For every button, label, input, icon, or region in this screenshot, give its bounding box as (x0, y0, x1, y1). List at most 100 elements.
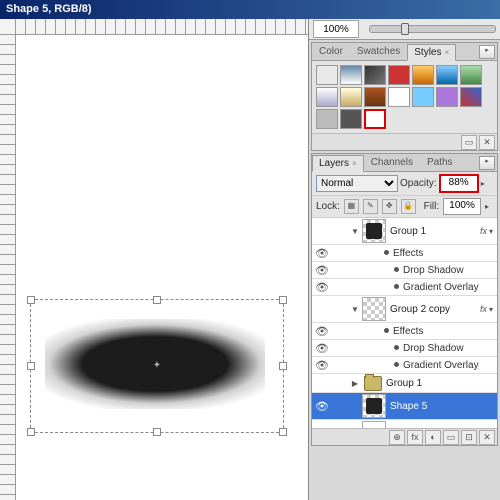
layer-footer-icon[interactable]: ◐ (425, 430, 441, 445)
transform-handle[interactable] (279, 296, 287, 304)
window-titlebar: Shape 5, RGB/8) (0, 0, 500, 19)
opacity-label: Opacity: (400, 178, 437, 189)
layer-effect-item[interactable]: 👁Drop Shadow (312, 340, 497, 357)
twirl-icon[interactable]: ▼ (348, 305, 360, 314)
style-swatch[interactable] (436, 65, 458, 85)
opacity-input[interactable]: 88% (439, 174, 479, 193)
layer-list: ▼ Group 1 fx▾ 👁Effects 👁Drop Shadow 👁Gra… (312, 218, 497, 428)
opacity-flyout-icon[interactable]: ▸ (481, 179, 489, 188)
layer-thumbnail[interactable] (362, 421, 386, 428)
lock-icon: 🔒 (478, 428, 497, 429)
style-swatch[interactable] (412, 65, 434, 85)
layer-footer-icon[interactable]: ⊕ (389, 430, 405, 445)
layer-effect-item[interactable]: 👁Drop Shadow (312, 262, 497, 279)
style-swatch[interactable] (340, 87, 362, 107)
visibility-icon[interactable]: 👁 (312, 264, 332, 277)
style-swatch[interactable] (388, 65, 410, 85)
layer-row-group[interactable]: ▼ Group 1 fx▾ (312, 218, 497, 245)
lock-all-icon[interactable]: 🔒 (401, 199, 416, 214)
layer-effects-row[interactable]: 👁Effects (312, 245, 497, 262)
new-style-icon[interactable]: ▭ (461, 135, 477, 150)
lock-pixels-icon[interactable]: ✎ (363, 199, 378, 214)
visibility-icon[interactable]: 👁 (312, 427, 332, 429)
twirl-icon[interactable]: ▶ (348, 379, 360, 388)
visibility-icon[interactable]: 👁 (312, 281, 332, 294)
close-icon[interactable]: × (445, 48, 450, 57)
layer-row-selected[interactable]: 👁 Shape 5 (312, 393, 497, 420)
visibility-icon[interactable]: 👁 (312, 247, 332, 260)
style-swatch[interactable] (340, 65, 362, 85)
twirl-icon[interactable]: ▼ (348, 227, 360, 236)
panels-dock: ▸ Color Swatches Styles× ▭ ✕ ▸ Layers× C… (308, 19, 500, 500)
layer-effect-item[interactable]: 👁Gradient Overlay (312, 357, 497, 374)
transform-handle[interactable] (27, 428, 35, 436)
panel-menu-icon[interactable]: ▸ (479, 156, 495, 170)
fx-twirl-icon[interactable]: ▾ (489, 227, 497, 236)
lock-position-icon[interactable]: ✥ (382, 199, 397, 214)
visibility-icon[interactable]: 👁 (312, 400, 332, 413)
style-swatch[interactable] (316, 109, 338, 129)
panel-menu-icon[interactable]: ▸ (479, 45, 495, 59)
style-swatch[interactable] (436, 87, 458, 107)
style-swatch[interactable] (364, 109, 386, 129)
style-swatch[interactable] (316, 87, 338, 107)
layers-tabs: Layers× Channels Paths (312, 154, 497, 172)
ruler-origin[interactable] (0, 19, 16, 35)
tab-channels[interactable]: Channels (364, 154, 420, 171)
layer-footer-icon[interactable]: ▭ (443, 430, 459, 445)
fx-badge[interactable]: fx (478, 304, 489, 314)
style-swatch[interactable] (340, 109, 362, 129)
blend-mode-select[interactable]: Normal (316, 175, 398, 192)
layer-footer-icon[interactable]: ⊡ (461, 430, 477, 445)
fx-twirl-icon[interactable]: ▾ (489, 305, 497, 314)
tab-color[interactable]: Color (312, 43, 350, 60)
layer-effects-row[interactable]: 👁Effects (312, 323, 497, 340)
visibility-icon[interactable]: 👁 (312, 325, 332, 338)
navigator-zoom-bar (309, 19, 500, 40)
layer-effect-item[interactable]: 👁Gradient Overlay (312, 279, 497, 296)
fill-flyout-icon[interactable]: ▸ (485, 202, 493, 211)
transform-handle[interactable] (27, 362, 35, 370)
tab-styles[interactable]: Styles× (407, 44, 456, 61)
delete-style-icon[interactable]: ✕ (479, 135, 495, 150)
style-swatch[interactable] (412, 87, 434, 107)
transform-center-icon[interactable]: ✦ (152, 361, 162, 371)
close-icon[interactable]: × (352, 159, 357, 168)
tab-swatches[interactable]: Swatches (350, 43, 407, 60)
layer-thumbnail[interactable] (362, 219, 386, 243)
layer-footer-icon[interactable]: ✕ (479, 430, 495, 445)
style-swatch[interactable] (460, 65, 482, 85)
transform-handle[interactable] (279, 362, 287, 370)
layer-thumbnail[interactable] (362, 394, 386, 418)
zoom-input[interactable] (313, 20, 359, 38)
transform-handle[interactable] (279, 428, 287, 436)
visibility-icon[interactable]: 👁 (312, 342, 332, 355)
layer-row-background[interactable]: 👁 Background 🔒 (312, 420, 497, 428)
fill-input[interactable]: 100% (443, 198, 481, 215)
ruler-vertical[interactable] (0, 34, 16, 500)
lock-transparent-icon[interactable]: ▦ (344, 199, 359, 214)
style-swatch[interactable] (388, 87, 410, 107)
layer-footer-icon[interactable]: fx (407, 430, 423, 445)
style-swatch[interactable] (364, 87, 386, 107)
layer-row-folder[interactable]: ▶ Group 1 (312, 374, 497, 393)
visibility-icon[interactable]: 👁 (312, 359, 332, 372)
transform-handle[interactable] (27, 296, 35, 304)
transform-handle[interactable] (153, 296, 161, 304)
transform-handle[interactable] (153, 428, 161, 436)
style-swatch[interactable] (316, 65, 338, 85)
zoom-slider[interactable] (369, 25, 496, 33)
layer-thumbnail[interactable] (362, 297, 386, 321)
canvas[interactable]: ✦ (0, 19, 309, 500)
layer-row-group[interactable]: ▼ Group 2 copy fx▾ (312, 296, 497, 323)
folder-icon (364, 376, 382, 391)
ruler-horizontal[interactable] (15, 19, 309, 35)
style-swatch[interactable] (364, 65, 386, 85)
fill-label: Fill: (424, 201, 440, 212)
style-swatch[interactable] (460, 87, 482, 107)
tab-paths[interactable]: Paths (420, 154, 460, 171)
fx-badge[interactable]: fx (478, 226, 489, 236)
styles-panel: ▸ Color Swatches Styles× ▭ ✕ (311, 42, 498, 151)
transform-bounds[interactable]: ✦ (30, 299, 284, 433)
tab-layers[interactable]: Layers× (312, 155, 364, 172)
